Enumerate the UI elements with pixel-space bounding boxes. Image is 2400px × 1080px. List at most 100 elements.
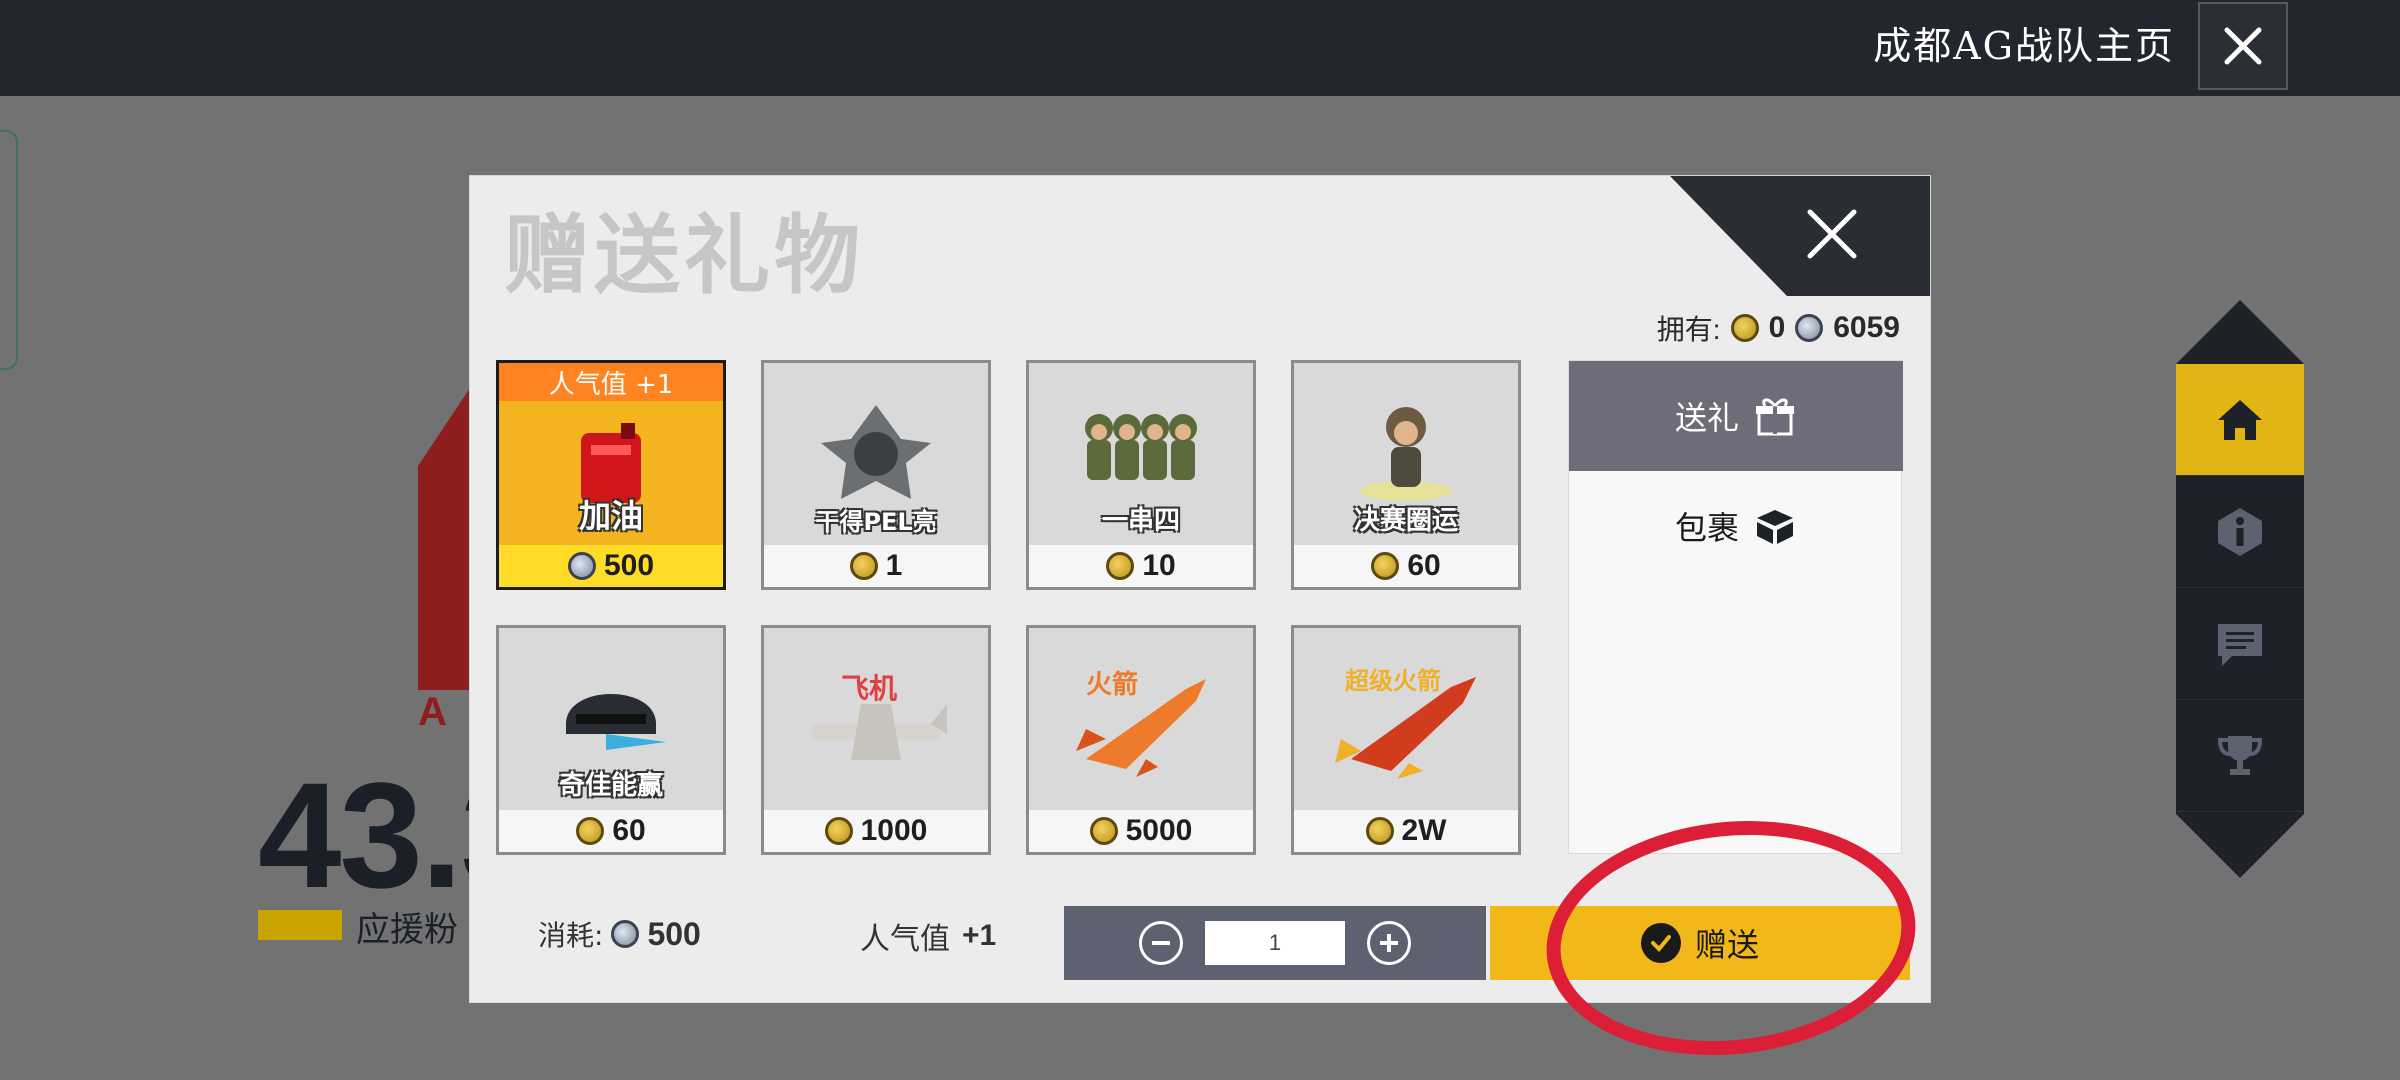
tab-label: 送礼 <box>1674 399 1739 437</box>
decrease-button[interactable] <box>1139 921 1183 965</box>
gift-name: 决赛圈运 <box>1353 506 1458 536</box>
cost-label: 消耗: <box>538 919 604 952</box>
gift-price: 1 <box>764 545 988 587</box>
gift-card-jiayou[interactable]: 加油 人气值 +1 500 <box>496 360 726 590</box>
gold-coin-icon <box>1106 552 1135 580</box>
gift-price-value: 500 <box>603 549 655 582</box>
gift-name: 奇佳能赢 <box>558 771 663 801</box>
nav-chat[interactable] <box>2176 588 2304 700</box>
gift-tabs: 送礼 包裹 <box>1568 360 1903 854</box>
modal-close-button[interactable] <box>1792 194 1872 274</box>
gift-price-value: 10 <box>1142 549 1176 582</box>
popularity-badge: 人气值 +1 <box>499 363 723 401</box>
gold-coin-icon <box>1730 314 1759 342</box>
minus-icon <box>1152 941 1170 945</box>
gift-card-yichuansi[interactable]: 一串四 10 <box>1026 360 1256 590</box>
side-nav-items <box>2176 364 2304 814</box>
gift-art: 干得PEL亮 <box>764 363 988 545</box>
gold-coin-icon <box>576 817 605 845</box>
gold-coin-icon <box>824 817 853 845</box>
cost-value: 500 <box>647 915 701 952</box>
gift-price-value: 1000 <box>860 814 928 847</box>
owned-balance: 拥有: 0 6059 <box>1657 308 1900 348</box>
gold-coin-icon <box>1371 552 1400 580</box>
silver-coin-icon <box>1795 314 1824 342</box>
side-nav <box>2176 300 2304 878</box>
send-label: 赠送 <box>1694 926 1759 964</box>
svg-text:火箭: 火箭 <box>1086 669 1138 700</box>
soldier-icon <box>1360 407 1452 501</box>
svg-text:飞机: 飞机 <box>841 672 897 705</box>
owned-gold-value: 0 <box>1768 311 1786 344</box>
gift-price: 500 <box>499 545 723 587</box>
gold-coin-icon <box>1089 817 1118 845</box>
gift-card-juesaiquanyun[interactable]: 决赛圈运 60 <box>1291 360 1521 590</box>
gold-coin-icon <box>1365 817 1394 845</box>
home-icon <box>2218 399 2262 440</box>
legend-label: 应援粉 <box>356 910 458 950</box>
modal-title: 赠送礼物 <box>504 206 864 306</box>
gift-price-value: 60 <box>612 814 646 847</box>
gift-name: 干得PEL亮 <box>815 508 937 536</box>
gift-card-huojian[interactable]: 火箭 5000 <box>1026 625 1256 855</box>
gift-price-value: 5000 <box>1125 814 1193 847</box>
gift-card-chaojihuojian[interactable]: 超级火箭 2W <box>1291 625 1521 855</box>
send-gift-button[interactable]: 赠送 <box>1490 906 1910 980</box>
page-close-button[interactable] <box>2198 2 2288 90</box>
side-nav-cap-top <box>2176 300 2304 364</box>
gift-price: 60 <box>1294 545 1518 587</box>
cost-display: 消耗: 500 <box>538 914 701 954</box>
side-nav-cap-bottom <box>2176 814 2304 878</box>
popularity-value: +1 <box>962 919 997 952</box>
gift-art: 超级火箭 <box>1294 628 1518 810</box>
gift-art: 一串四 <box>1029 363 1253 545</box>
chat-icon <box>2218 623 2262 666</box>
tab-label: 包裹 <box>1674 509 1739 547</box>
gift-art: 火箭 <box>1029 628 1253 810</box>
gift-card-gandepel[interactable]: 干得PEL亮 1 <box>761 360 991 590</box>
silver-coin-icon <box>567 552 596 580</box>
gold-coin-icon <box>849 552 878 580</box>
quantity-stepper <box>1064 906 1486 980</box>
gift-price: 60 <box>499 810 723 852</box>
silver-coin-icon <box>611 920 640 948</box>
gift-card-feiji[interactable]: 飞机 1000 <box>761 625 991 855</box>
tab-package[interactable]: 包裹 <box>1569 471 1903 581</box>
gift-art: 奇佳能赢 <box>499 628 723 810</box>
helmet-icon <box>566 694 666 750</box>
gift-price: 5000 <box>1029 810 1253 852</box>
close-icon <box>2224 27 2262 65</box>
trophy-icon <box>2217 735 2263 775</box>
gift-modal: 赠送礼物 拥有: 0 6059 加油 人气值 +1 500 干得PEL亮 1 一… <box>470 176 1930 1002</box>
quantity-input[interactable] <box>1205 921 1345 965</box>
gift-price-value: 1 <box>885 549 903 582</box>
owned-silver-value: 6059 <box>1833 311 1900 344</box>
gift-price: 10 <box>1029 545 1253 587</box>
increase-button[interactable] <box>1367 921 1411 965</box>
owned-label: 拥有: <box>1656 314 1721 345</box>
gift-art: 决赛圈运 <box>1294 363 1518 545</box>
airplane-icon: 飞机 <box>811 672 947 760</box>
super-rocket-icon: 超级火箭 <box>1335 667 1476 779</box>
team-logo-text: A <box>418 690 447 734</box>
svg-text:超级火箭: 超级火箭 <box>1345 667 1441 695</box>
gift-card-qijianengying[interactable]: 奇佳能赢 60 <box>496 625 726 855</box>
tab-send-gift[interactable]: 送礼 <box>1569 361 1903 471</box>
info-icon <box>2218 507 2262 556</box>
plus-icon <box>1380 934 1398 952</box>
page-title: 成都AG战队主页 <box>1873 24 2175 68</box>
helmet-badge-icon <box>821 405 931 499</box>
box-icon <box>1757 510 1793 544</box>
rocket-icon: 火箭 <box>1076 669 1206 777</box>
checkmark-icon <box>1640 923 1681 963</box>
legend-swatch <box>258 910 342 940</box>
left-edge-tab[interactable] <box>0 130 18 370</box>
popularity-label: 人气值 <box>860 922 950 957</box>
nav-home[interactable] <box>2176 364 2304 476</box>
gift-grid: 加油 人气值 +1 500 干得PEL亮 1 一串四 10 决赛圈运 60 奇佳… <box>496 360 1521 855</box>
close-icon <box>1807 209 1857 259</box>
nav-info[interactable] <box>2176 476 2304 588</box>
gift-price: 2W <box>1294 810 1518 852</box>
nav-trophy[interactable] <box>2176 700 2304 812</box>
soldiers-icon <box>1085 414 1197 480</box>
